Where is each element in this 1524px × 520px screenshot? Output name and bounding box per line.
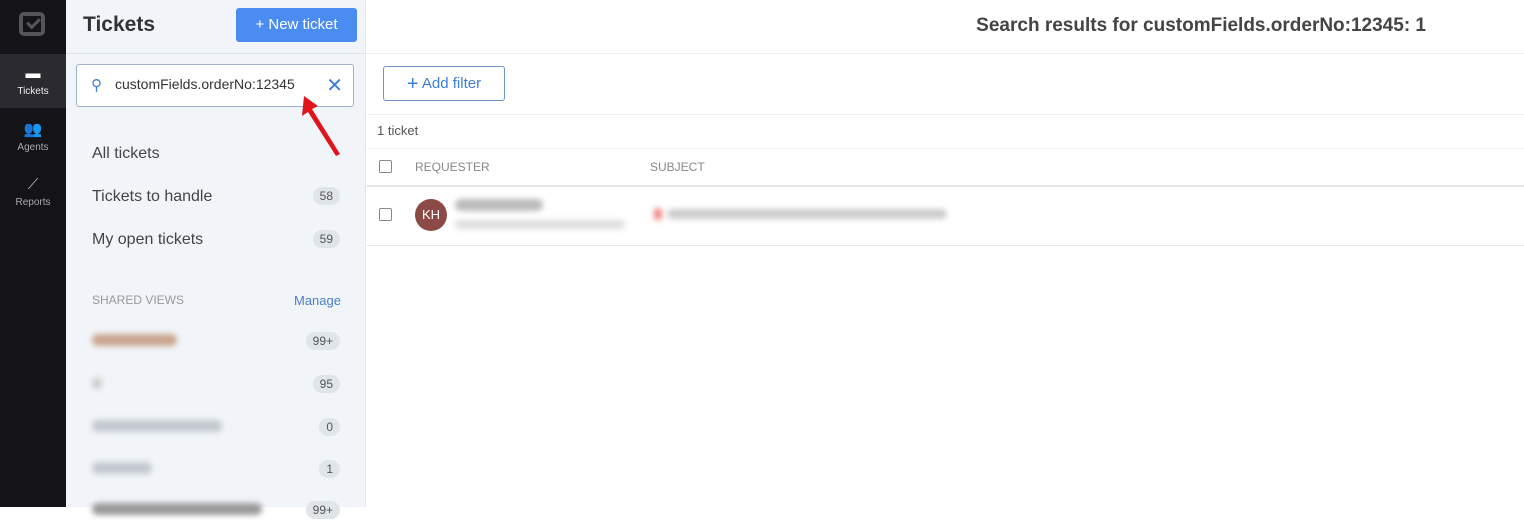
divider [367,245,1524,246]
shared-view-item[interactable]: 0 [92,418,340,437]
count-badge: 58 [312,187,340,205]
nav-tickets-to-handle[interactable]: Tickets to handle 58 [92,187,340,206]
divider [367,185,1524,187]
select-all-checkbox[interactable] [379,160,392,173]
column-header-requester[interactable]: REQUESTER [415,160,490,174]
count-badge: 59 [312,230,340,248]
rail-item-reports[interactable]: ⟋ Reports [0,165,66,219]
sidebar-title: Tickets [83,13,155,36]
plus-icon: + [406,73,419,95]
manage-link[interactable]: Manage [294,293,341,308]
divider [367,114,1524,115]
agents-icon: 👥 [23,121,43,138]
sidebar: Tickets + New ticket ⚲ ✕ All tickets Tic… [66,0,366,519]
shared-view-item[interactable]: 1 [92,460,340,479]
nav-all-tickets[interactable]: All tickets [92,145,340,163]
results-title: Search results for customFields.orderNo:… [976,15,1426,36]
divider [367,53,1524,54]
nav-rail: ▬ Tickets 👥 Agents ⟋ Reports [0,0,66,507]
rail-item-agents[interactable]: 👥 Agents [0,110,66,164]
main-content: Search results for customFields.orderNo:… [367,0,1524,507]
shared-view-item[interactable]: 95 [92,375,340,394]
ticket-icon: ▬ [25,65,41,82]
ticket-count: 1 ticket [377,123,419,138]
rail-item-tickets[interactable]: ▬ Tickets [0,54,66,108]
clear-search-icon[interactable]: ✕ [326,73,343,98]
new-ticket-button[interactable]: + New ticket [236,8,357,42]
divider [367,148,1524,149]
nav-my-open-tickets[interactable]: My open tickets 59 [92,230,340,249]
add-filter-button[interactable]: + Add filter [383,66,505,101]
reports-icon: ⟋ [27,176,39,193]
column-header-subject[interactable]: SUBJECT [650,160,705,174]
search-input[interactable] [115,76,315,92]
search-icon: ⚲ [91,77,102,94]
divider [66,53,366,54]
shared-view-item[interactable]: 99+ [92,501,340,520]
avatar: KH [415,199,447,231]
row-checkbox[interactable] [379,208,392,221]
logo-icon [19,12,45,36]
shared-view-item[interactable]: 99+ [92,332,340,351]
shared-views-heading: SHARED VIEWS [92,293,185,307]
